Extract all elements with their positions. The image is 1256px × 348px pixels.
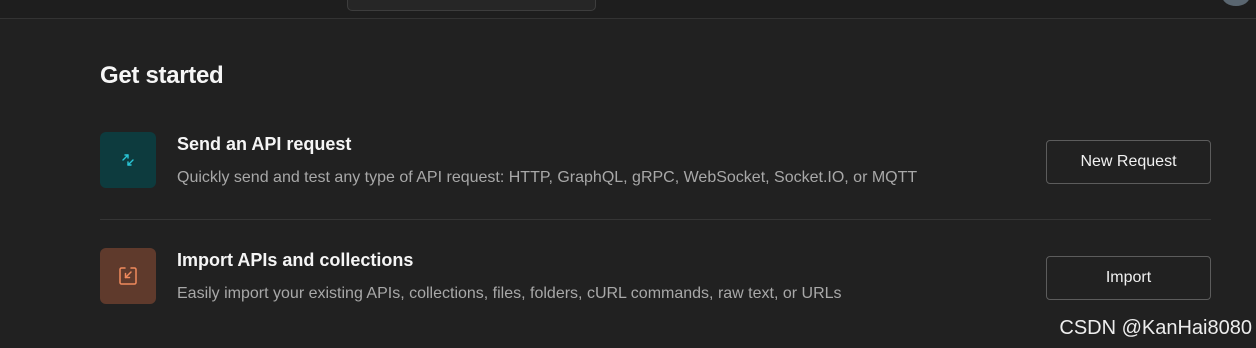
import-icon (119, 267, 137, 285)
send-arrows-icon (122, 154, 134, 166)
import-button[interactable]: Import (1046, 256, 1211, 300)
import-title: Import APIs and collections (177, 250, 414, 270)
send-request-title: Send an API request (177, 134, 352, 154)
divider (100, 219, 1211, 220)
send-request-description: Quickly send and test any type of API re… (177, 169, 918, 186)
watermark: CSDN @KanHai8080 (1059, 317, 1252, 339)
top-bar (0, 0, 1256, 19)
list-item-send-api-request: Send an API request Quickly send and tes… (100, 132, 1211, 188)
page-title: Get started (100, 62, 224, 89)
send-request-tile (100, 132, 156, 188)
list-item-import-apis: Import APIs and collections Easily impor… (100, 248, 1211, 304)
import-description: Easily import your existing APIs, collec… (177, 285, 842, 302)
new-request-button[interactable]: New Request (1046, 140, 1211, 184)
import-tile (100, 248, 156, 304)
avatar[interactable] (1222, 0, 1250, 6)
search-input[interactable] (347, 0, 596, 11)
